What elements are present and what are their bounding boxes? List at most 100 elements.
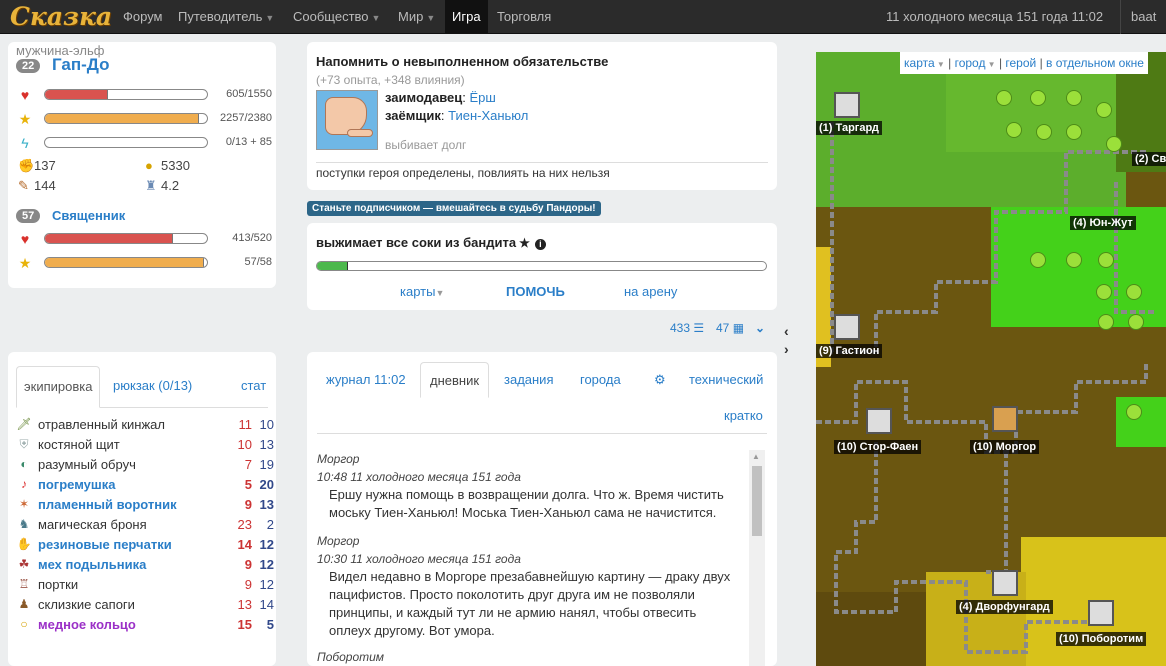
fist-icon: ✊ [18,158,35,173]
town-building-icon[interactable] [834,92,860,118]
nav-trade-label: Торговля [497,9,552,24]
messages-counter[interactable]: 433 ☰ [670,321,704,335]
tree-icon [1096,284,1112,300]
help-button[interactable]: ПОМОЧЬ [506,284,565,299]
scroll-up-icon[interactable]: ▲ [752,452,760,461]
star-icon[interactable]: ★ [519,236,530,250]
entry-text: Видел недавно в Моргоре презабавнейшую к… [329,569,731,638]
nav-forum[interactable]: Форум [116,0,170,34]
magic-value: 144 [34,178,56,193]
tree-icon [1128,314,1144,330]
hero-link[interactable]: герой [1005,56,1036,70]
chevron-down-icon: ▼ [435,288,445,298]
tab-brief[interactable]: кратко [715,398,772,434]
arena-button[interactable]: на арену [624,284,677,299]
tree-icon [996,90,1012,106]
town-label[interactable]: (10) Поборотим [1056,632,1147,646]
item-power-physical: 9 [244,557,252,572]
tab-stats[interactable]: стат [234,366,273,408]
equipment-item[interactable]: ◐ разумный обруч 7 19 [16,455,274,475]
chevron-right-icon[interactable]: › [784,340,789,358]
item-power-magic: 13 [259,437,274,452]
equipment-item[interactable]: ♟ склизкие сапоги 13 14 [16,595,274,615]
cards-count: 47 [716,321,730,335]
diary-entry: Моргор 10:30 11 холодного месяца 151 год… [317,532,737,640]
tab-cities[interactable]: города [571,362,630,398]
tree-icon [1036,124,1052,140]
tab-equipment[interactable]: экипировка [16,366,101,408]
tab-diary[interactable]: дневник [420,362,490,398]
tree-icon [1030,252,1046,268]
equipment-item[interactable]: ♖ портки 9 12 [16,575,274,595]
hero-figure-icon[interactable] [992,406,1018,432]
subscribe-banner[interactable]: Станьте подписчиком — вмешайтесь в судьб… [307,201,601,216]
city-link[interactable]: город [955,56,986,70]
new-window-link[interactable]: в отдельном окне [1046,56,1144,70]
panel-toggle[interactable]: ‹ › [784,322,789,358]
town-label[interactable]: (1) Таргард [816,121,882,135]
equipment-item[interactable]: ✶ пламенный воротник 9 13 [16,495,274,515]
diary-scrollbar[interactable]: ▲ [749,450,765,666]
town-label[interactable]: (4) Дворфунгард [956,600,1053,614]
map-link[interactable]: карта [904,56,935,70]
scroll-thumb[interactable] [752,466,762,536]
town-label[interactable]: (4) Юн-Жут [1070,216,1136,230]
nav-guide[interactable]: Путеводитель ▼ [171,0,281,34]
nav-game[interactable]: Игра [445,0,488,34]
item-icon: ✋ [16,537,32,551]
info-icon[interactable]: i [534,239,546,250]
town-label[interactable]: (10) Стор-Фаен [834,440,922,454]
game-date: 11 холодного месяца 151 года 11:02 [886,9,1104,24]
might-stat: ♜ 4.2 [145,178,179,194]
cards-counter[interactable]: 47 ▦ [716,321,744,335]
expand-icon[interactable]: ⌄ [755,321,765,335]
role-experience-bar [44,257,208,268]
might-value: 4.2 [161,178,180,193]
settings-icon[interactable]: ⚙ [645,362,675,398]
world-map[interactable]: (1) Таргард (2) Св (4) Юн-Жут (9) Гастио… [816,52,1166,666]
town-building-icon[interactable] [1088,600,1114,626]
item-icon: ◐ [20,457,28,471]
nav-community[interactable]: Сообщество ▼ [286,0,387,34]
finger-icon [347,129,373,137]
town-building-icon[interactable] [992,570,1018,596]
tab-journal[interactable]: журнал 11:02 [317,362,415,398]
town-building-icon[interactable] [866,408,892,434]
item-name: склизкие сапоги [38,597,135,612]
site-logo[interactable]: Сказка [10,2,112,31]
messages-count: 433 [670,321,691,335]
equipment-item[interactable]: ♞ магическая броня 23 2 [16,515,274,535]
nav-world[interactable]: Мир ▼ [391,0,442,34]
tab-technical[interactable]: технический [680,362,772,398]
health-row: ♥ 605/1550 [16,86,272,104]
cards-button[interactable]: карты▼ [400,284,444,299]
borrower-link[interactable]: Тиен-Ханьюл [448,108,528,123]
equipment-item[interactable]: ♪ погремушка 5 20 [16,475,274,495]
tree-icon [1106,136,1122,152]
lender-link[interactable]: Ёрш [470,90,496,105]
town-label[interactable]: (10) Моргор [970,440,1040,454]
equipment-item[interactable]: 🗡 отравленный кинжал 11 10 [16,415,274,435]
town-label[interactable]: (9) Гастион [816,344,883,358]
equipment-item[interactable]: ☘ мех подыльника 9 12 [16,555,274,575]
equipment-item[interactable]: ✋ резиновые перчатки 14 12 [16,535,274,555]
town-label[interactable]: (2) Св [1132,152,1166,166]
nav-guide-label: Путеводитель [178,9,263,24]
town-building-icon[interactable] [834,314,860,340]
equipment-item[interactable]: ⛨ костяной щит 10 13 [16,435,274,455]
role-level-badge: 57 [16,209,41,223]
item-power-physical: 9 [244,577,252,592]
entry-text: Ершу нужна помощь в возвращении долга. Ч… [329,487,724,520]
item-name: костяной щит [38,437,120,452]
tab-backpack[interactable]: рюкзак (0/13) [106,366,199,408]
tree-icon [1066,252,1082,268]
role-name[interactable]: Священник [52,208,125,223]
hero-name[interactable]: Гап-До [52,55,110,75]
tab-quests[interactable]: задания [495,362,563,398]
tree-icon [1066,124,1082,140]
equipment-item[interactable]: ○ медное кольцо 15 5 [16,615,274,635]
chevron-left-icon[interactable]: ‹ [784,322,789,340]
user-menu[interactable]: baat [1120,0,1166,34]
nav-trade[interactable]: Торговля [490,0,558,34]
star-icon: ★ [18,111,32,127]
